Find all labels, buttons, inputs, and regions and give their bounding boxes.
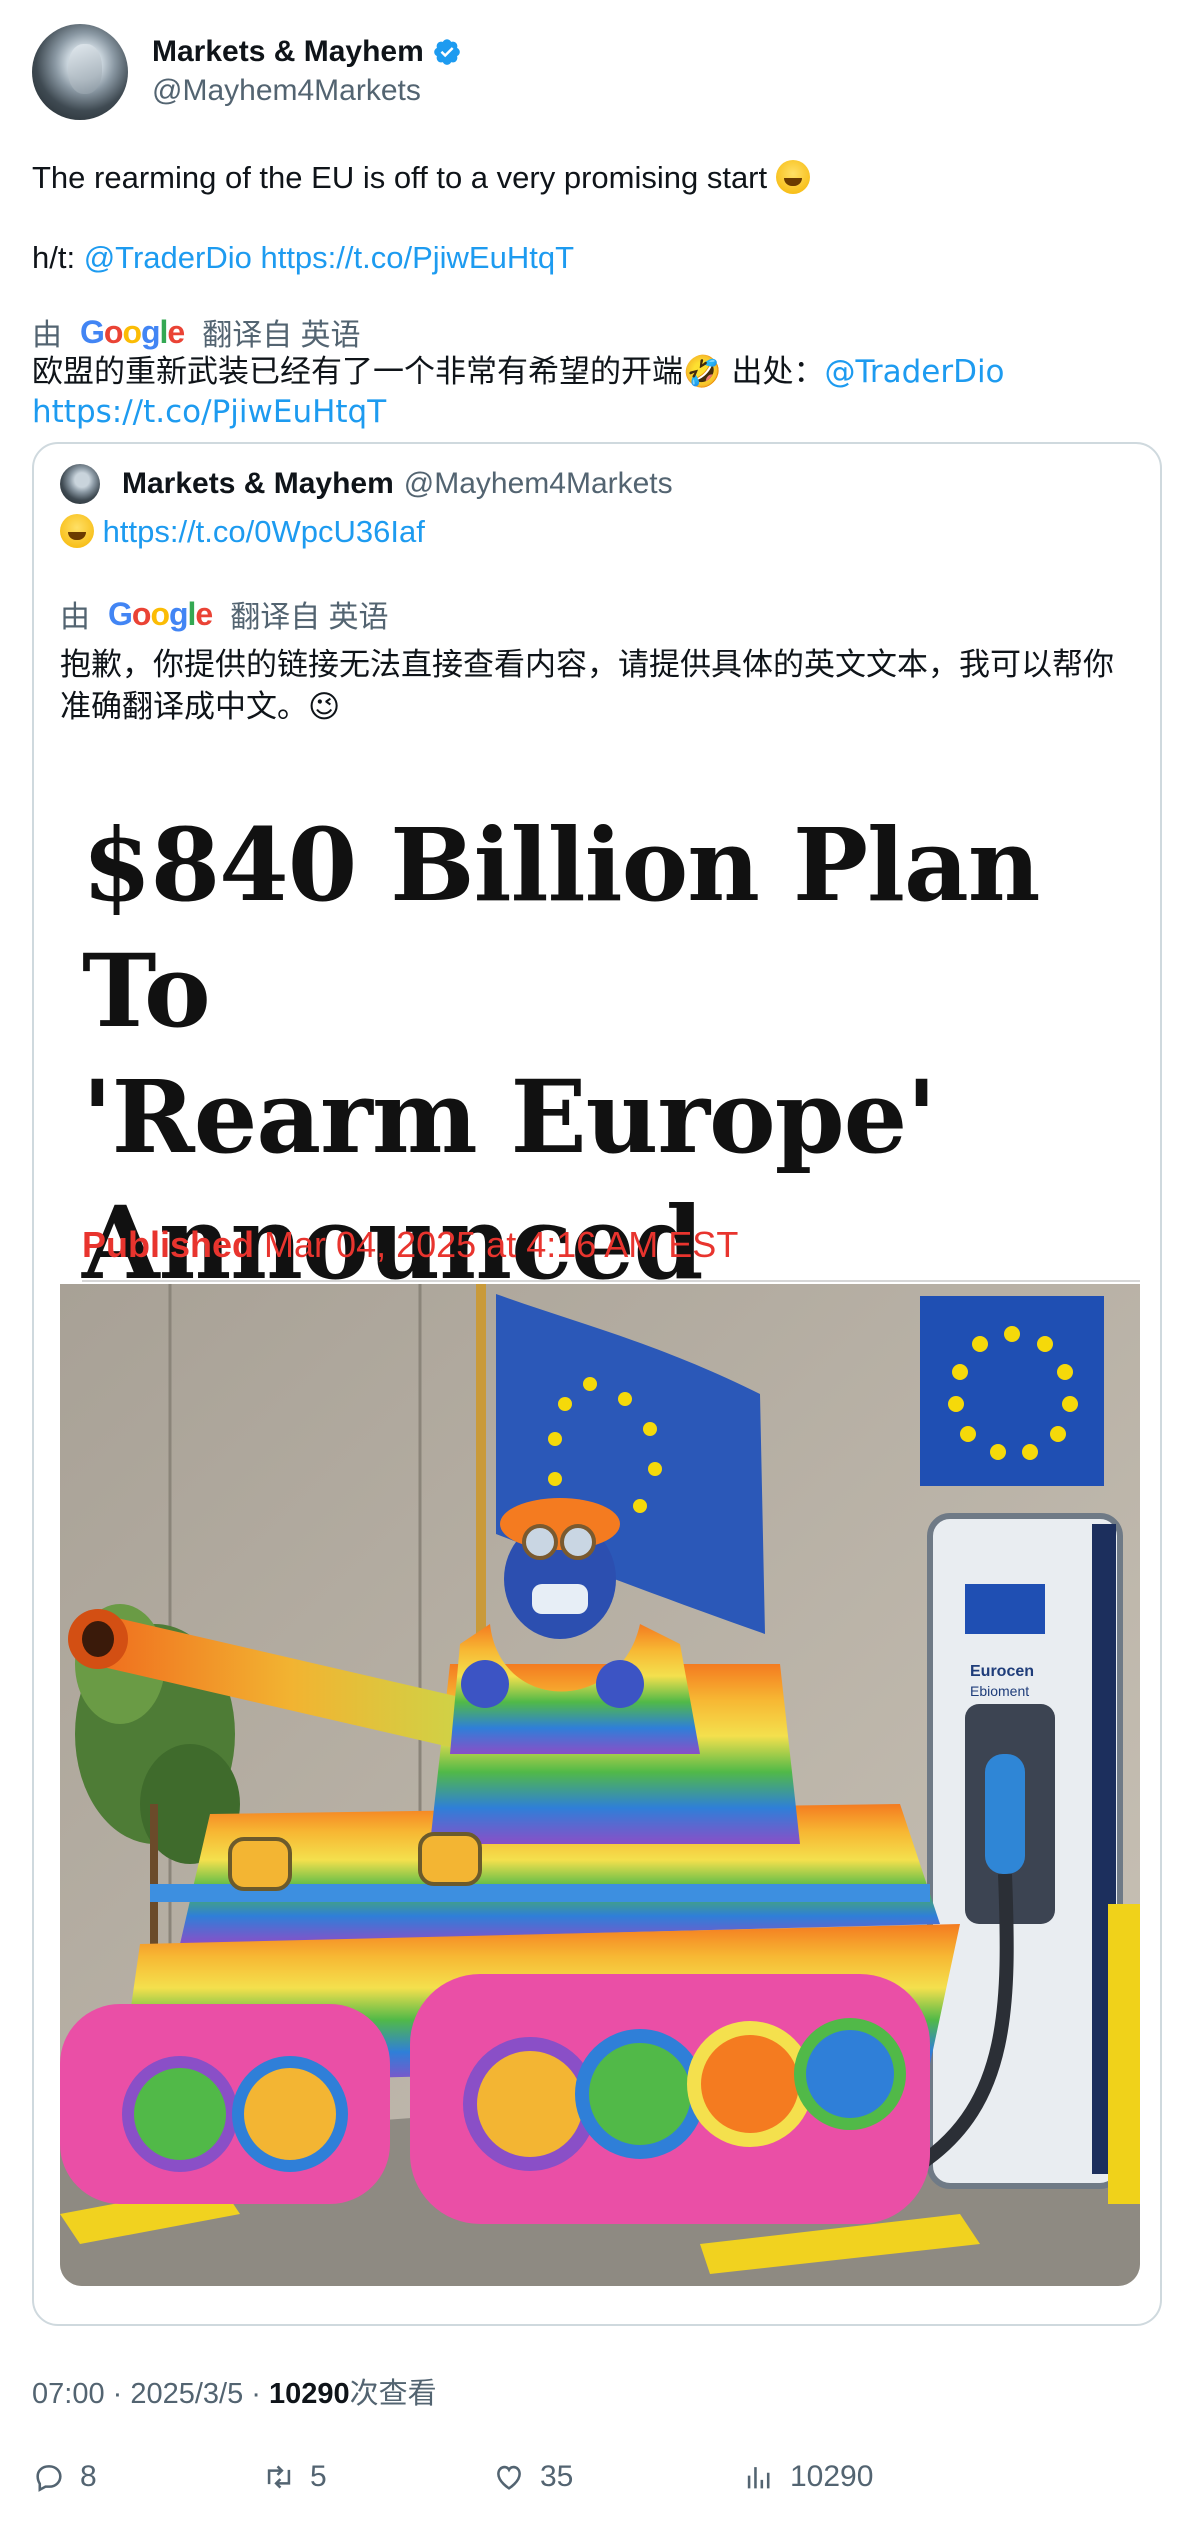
divider — [82, 1280, 1140, 1282]
verified-badge-icon — [433, 39, 460, 65]
google-logo: Google — [80, 313, 185, 350]
translation-from: 翻译自 英语 — [202, 319, 361, 352]
quoted-text: https://t.co/0WpcU36Iaf — [60, 512, 425, 552]
avatar[interactable] — [32, 24, 128, 120]
translated-mention-link[interactable]: @TraderDio — [824, 354, 1004, 390]
charger-label-1: Eurocen — [970, 1663, 1034, 1680]
like-count: 35 — [540, 2460, 574, 2493]
tweet: Markets & Mayhem @Mayhem4Markets The rea… — [32, 22, 1164, 432]
translated-text: 欧盟的重新武装已经有了一个非常有希望的开端🤣 出处：@TraderDio htt… — [32, 352, 1164, 432]
quoted-tweet-card[interactable]: Markets & Mayhem @Mayhem4Markets https:/… — [32, 442, 1162, 2326]
published-date: Mar 04, 2025 at 4:16 AM EST — [264, 1224, 739, 1265]
quoted-avatar[interactable] — [60, 464, 100, 504]
author-handle[interactable]: @Mayhem4Markets — [152, 71, 462, 111]
tweet-line-1: The rearming of the EU is off to a very … — [32, 158, 1164, 198]
google-logo: Google — [108, 595, 213, 632]
quoted-translation-attribution: 由 Google 翻译自 英语 — [60, 594, 389, 635]
author-block: Markets & Mayhem @Mayhem4Markets — [152, 33, 462, 111]
views-count: 10290 — [790, 2460, 874, 2493]
headline-line-2: 'Rearm Europe' — [82, 1058, 937, 1176]
published-label: Published — [82, 1224, 255, 1265]
author-name[interactable]: Markets & Mayhem — [152, 33, 424, 71]
view-count: 10290 — [269, 2378, 350, 2410]
rainbow-tank-illustration: Eurocen Ebioment — [60, 1284, 1140, 2286]
heart-icon — [497, 2465, 521, 2490]
quoted-translated-text: 抱歉，你提供的链接无法直接查看内容，请提供具体的英文文本，我可以帮你准确翻译成中… — [60, 647, 1114, 725]
tweet-header: Markets & Mayhem @Mayhem4Markets — [32, 22, 1164, 122]
reply-count: 8 — [80, 2460, 97, 2493]
tweet-text: The rearming of the EU is off to a very … — [32, 158, 1164, 278]
reply-icon — [36, 2465, 62, 2492]
quoted-translation-by: 由 — [60, 601, 90, 634]
tweet-timestamp[interactable]: 07:00 · 2025/3/5 · — [32, 2378, 269, 2410]
tweet-meta: 07:00 · 2025/3/5 · 10290次查看 — [32, 2370, 437, 2412]
tweet-line-2: h/t: @TraderDio https://t.co/PjiwEuHtqT — [32, 238, 1164, 278]
author-name-row[interactable]: Markets & Mayhem — [152, 33, 462, 71]
charger-label-2: Ebioment — [970, 1683, 1029, 1699]
repost-button[interactable]: 5 — [262, 2460, 327, 2494]
repost-icon — [267, 2465, 291, 2489]
headline-line-1: $840 Billion Plan To — [82, 806, 1041, 1050]
translation-attribution: 由 Google 翻译自 英语 — [32, 312, 1164, 353]
translated-url-link[interactable]: https://t.co/PjiwEuHtqT — [32, 394, 386, 430]
action-bar: 8 5 35 10290 — [32, 2460, 1164, 2500]
mention-link[interactable]: @TraderDio — [84, 240, 252, 275]
analytics-bar-icon — [747, 2467, 770, 2489]
views-button[interactable]: 10290 — [742, 2460, 873, 2494]
wink-emoji-icon — [60, 514, 94, 548]
reply-button[interactable]: 8 — [32, 2460, 97, 2494]
ht-prefix: h/t: — [32, 240, 84, 275]
tweet-url-link[interactable]: https://t.co/PjiwEuHtqT — [260, 240, 574, 275]
view-label: 次查看 — [349, 2378, 437, 2410]
quoted-author-handle[interactable]: @Mayhem4Markets — [404, 467, 673, 501]
rofl-emoji-icon — [775, 160, 810, 194]
quoted-url-link[interactable]: https://t.co/0WpcU36Iaf — [103, 514, 425, 549]
quoted-header: Markets & Mayhem @Mayhem4Markets — [60, 464, 673, 504]
repost-count: 5 — [310, 2460, 327, 2493]
like-button[interactable]: 35 — [492, 2460, 573, 2494]
quoted-translation-from: 翻译自 英语 — [230, 601, 389, 634]
translated-body: 欧盟的重新武装已经有了一个非常有希望的开端🤣 出处： — [32, 354, 825, 390]
article-image[interactable]: $840 Billion Plan To 'Rearm Europe' Anno… — [60, 784, 1140, 2302]
published-line: Published Mar 04, 2025 at 4:16 AM EST — [82, 1224, 738, 1266]
quoted-author-name[interactable]: Markets & Mayhem — [122, 467, 394, 501]
translation-by: 由 — [32, 319, 62, 352]
tweet-line-1-text: The rearming of the EU is off to a very … — [32, 160, 768, 195]
